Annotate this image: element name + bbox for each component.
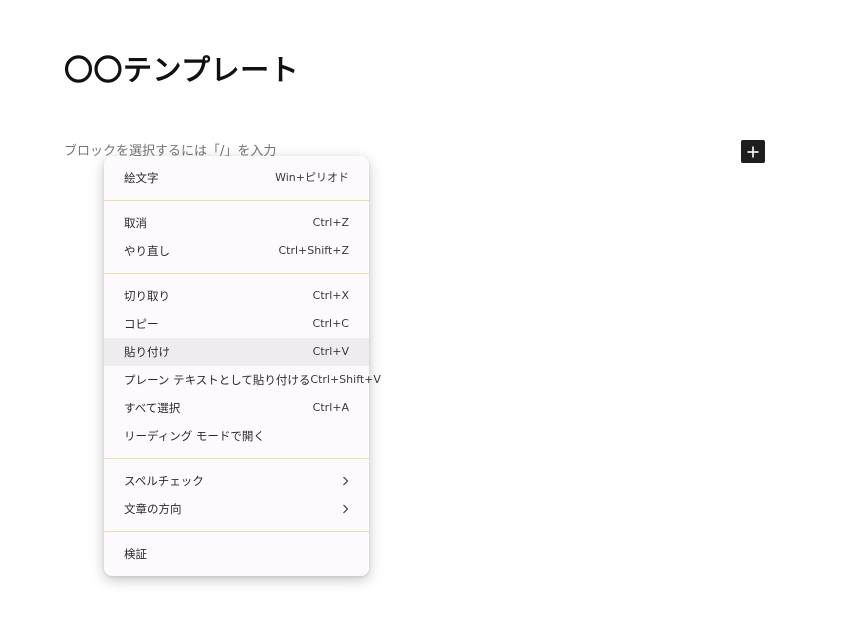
menu-item-shortcut: Ctrl+V <box>312 345 349 358</box>
context-menu: 絵文字 Win+ピリオド取消 Ctrl+Z やり直し Ctrl+Shift+Z 切り取り C… <box>104 156 381 576</box>
add-block-button[interactable] <box>741 140 765 163</box>
menu-item[interactable]: 貼り付け Ctrl+V <box>104 338 369 366</box>
menu-item-label: すべて選択 <box>124 401 181 415</box>
menu-item-label: 絵文字 <box>124 171 159 185</box>
menu-item[interactable]: コピー Ctrl+C <box>104 310 369 338</box>
menu-item-label: スペルチェック <box>124 474 204 488</box>
menu-separator <box>104 458 369 459</box>
menu-item-label: リーディング モードで開く <box>124 429 265 443</box>
menu-item-label: 文章の方向 <box>124 502 182 516</box>
editor-page: 〇〇テンプレート ブロックを選択するには「/」を入力 絵文字 Win+ピリオド 取消… <box>0 0 859 622</box>
menu-item[interactable]: プレーン テキストとして貼り付ける Ctrl+Shift+V <box>104 366 381 394</box>
chevron-right-icon <box>341 504 349 514</box>
menu-item-label: プレーン テキストとして貼り付ける <box>124 373 311 387</box>
menu-item[interactable]: やり直し Ctrl+Shift+Z <box>104 237 369 265</box>
menu-item-label: 検証 <box>124 547 147 561</box>
plus-icon <box>747 146 759 157</box>
menu-item-shortcut: Ctrl+X <box>312 289 349 302</box>
menu-item[interactable]: 文章の方向 <box>104 495 369 523</box>
menu-item[interactable]: リーディング モードで開く <box>104 422 369 450</box>
menu-item-shortcut: Ctrl+A <box>312 401 349 414</box>
menu-item-shortcut: Win+ピリオド <box>275 171 349 184</box>
menu-item[interactable]: 取消 Ctrl+Z <box>104 209 369 237</box>
menu-item-shortcut: Ctrl+Shift+V <box>310 373 381 386</box>
menu-item-label: 貼り付け <box>124 345 170 359</box>
menu-item[interactable]: 切り取り Ctrl+X <box>104 282 369 310</box>
menu-item-shortcut: Ctrl+Shift+Z <box>278 244 349 257</box>
menu-item-label: やり直し <box>124 244 170 258</box>
menu-separator <box>104 200 369 201</box>
menu-item[interactable]: すべて選択 Ctrl+A <box>104 394 369 422</box>
menu-separator <box>104 531 369 532</box>
chevron-right-icon <box>341 476 349 486</box>
menu-item-shortcut: Ctrl+Z <box>312 216 349 229</box>
menu-item-shortcut: Ctrl+C <box>312 317 349 330</box>
menu-item[interactable]: 絵文字 Win+ピリオド <box>104 164 369 192</box>
menu-item-label: コピー <box>124 317 159 331</box>
menu-item-label: 切り取り <box>124 289 170 303</box>
page-title[interactable]: 〇〇テンプレート <box>64 50 299 90</box>
menu-separator <box>104 273 369 274</box>
menu-item[interactable]: スペルチェック <box>104 467 369 495</box>
menu-item-label: 取消 <box>124 216 147 230</box>
menu-item[interactable]: 検証 <box>104 540 369 568</box>
